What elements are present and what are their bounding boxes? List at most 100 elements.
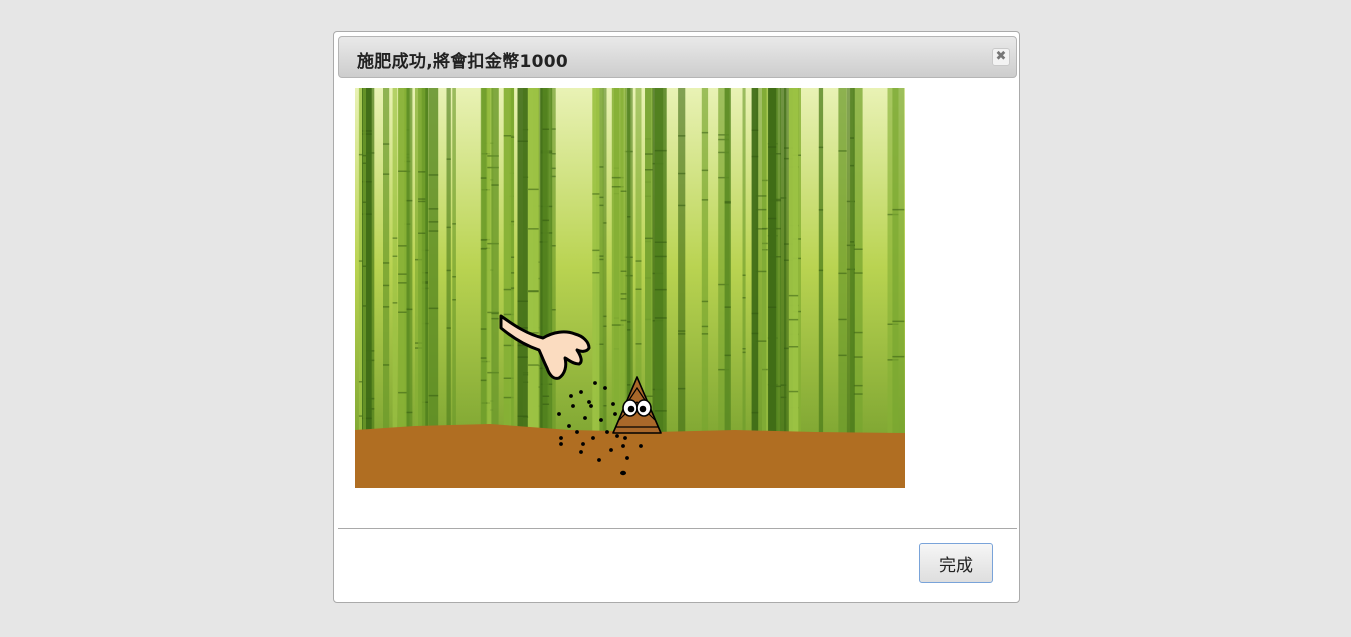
bamboo-node bbox=[362, 154, 366, 157]
bamboo-node bbox=[818, 269, 824, 272]
bamboo-node bbox=[620, 190, 627, 192]
bamboo-stalk bbox=[491, 88, 499, 438]
bamboo-stalk bbox=[678, 88, 686, 438]
bamboo-node bbox=[418, 232, 426, 234]
bamboo-node bbox=[768, 217, 777, 220]
bamboo-node bbox=[678, 135, 686, 137]
bamboo-node bbox=[742, 348, 746, 350]
bamboo-node bbox=[362, 265, 366, 267]
bamboo-node bbox=[418, 198, 426, 200]
fertilizer-pellet bbox=[593, 381, 597, 385]
bamboo-stalk bbox=[768, 88, 777, 438]
bamboo-node bbox=[511, 272, 515, 274]
bamboo-stalk bbox=[838, 88, 847, 438]
bamboo-node bbox=[480, 357, 487, 359]
fertilize-scene bbox=[355, 88, 905, 488]
bamboo-node bbox=[452, 223, 456, 225]
bamboo-node bbox=[742, 297, 746, 299]
bamboo-node bbox=[511, 136, 515, 138]
bamboo-stalk bbox=[850, 88, 854, 438]
bamboo-stalk bbox=[428, 88, 439, 438]
bamboo-node bbox=[627, 321, 631, 323]
bamboo-stalk bbox=[511, 88, 515, 438]
fertilizer-pellet bbox=[599, 418, 603, 422]
bamboo-node bbox=[724, 202, 731, 204]
close-icon[interactable]: ✖ bbox=[992, 48, 1010, 66]
bamboo-node bbox=[654, 410, 667, 412]
bamboo-node bbox=[620, 270, 627, 272]
bamboo-node bbox=[383, 364, 390, 366]
fertilizer-pellet bbox=[621, 444, 625, 448]
bamboo-node bbox=[428, 230, 439, 232]
bamboo-node bbox=[511, 256, 515, 258]
bamboo-node bbox=[678, 330, 686, 332]
bamboo-node bbox=[838, 150, 847, 152]
bamboo-node bbox=[592, 272, 600, 274]
bamboo-node bbox=[768, 306, 777, 308]
bamboo-node bbox=[654, 288, 667, 291]
bamboo-node bbox=[428, 307, 439, 310]
bamboo-node bbox=[398, 245, 407, 247]
bamboo-node bbox=[850, 241, 854, 243]
bamboo-node bbox=[701, 169, 709, 172]
fertilizer-pellet bbox=[557, 412, 561, 416]
bamboo-node bbox=[491, 317, 499, 320]
dialog-title: 施肥成功,將會扣金幣1000 bbox=[357, 52, 568, 72]
bamboo-node bbox=[678, 204, 686, 207]
bamboo-stalk bbox=[620, 88, 627, 438]
bamboo-node bbox=[838, 318, 847, 321]
bamboo-node bbox=[850, 164, 854, 167]
fertilizer-pellet bbox=[589, 404, 593, 408]
bamboo-node bbox=[838, 354, 847, 357]
bamboo-node bbox=[818, 209, 824, 211]
bamboo-node bbox=[654, 255, 667, 258]
fertilizer-pellet bbox=[575, 430, 579, 434]
bamboo-node bbox=[892, 208, 905, 211]
bamboo-node bbox=[850, 137, 854, 139]
bamboo-node bbox=[724, 306, 731, 308]
bamboo-node bbox=[592, 193, 600, 195]
bamboo-node bbox=[398, 273, 407, 275]
bamboo-node bbox=[654, 241, 667, 243]
bamboo-stalk bbox=[392, 88, 398, 438]
fertilizer-pellet bbox=[620, 470, 626, 476]
bamboo-stalk bbox=[398, 88, 407, 438]
bamboo-node bbox=[480, 177, 487, 179]
fertilizer-pellet bbox=[587, 400, 591, 404]
bamboo-node bbox=[517, 356, 528, 358]
fertilizer-pellet bbox=[569, 394, 573, 398]
fertilizer-pellet bbox=[639, 444, 643, 448]
bamboo-node bbox=[446, 269, 451, 272]
bamboo-node bbox=[788, 390, 799, 393]
bamboo-node bbox=[452, 299, 456, 301]
bamboo-node bbox=[362, 201, 366, 203]
bamboo-node bbox=[751, 155, 759, 158]
bamboo-node bbox=[627, 329, 631, 331]
bamboo-node bbox=[528, 364, 539, 366]
bamboo-node bbox=[627, 216, 631, 218]
done-button[interactable]: 完成 bbox=[919, 543, 993, 583]
bamboo-node bbox=[768, 146, 777, 148]
bamboo-node bbox=[645, 169, 653, 171]
bamboo-node bbox=[446, 226, 451, 229]
bamboo-node bbox=[392, 302, 398, 304]
bamboo-stalk bbox=[362, 88, 366, 438]
fertilizer-pellet bbox=[559, 436, 563, 440]
bamboo-node bbox=[398, 391, 407, 394]
fertilizer-pellet bbox=[625, 456, 629, 460]
bamboo-node bbox=[620, 298, 627, 300]
bamboo-stalk bbox=[654, 88, 667, 438]
fertilize-dialog: 施肥成功,將會扣金幣1000 ✖ 完成 bbox=[333, 31, 1020, 603]
bamboo-stalk bbox=[418, 88, 426, 438]
bamboo-node bbox=[788, 318, 799, 321]
bamboo-node bbox=[383, 284, 390, 287]
fertilizer-pellet bbox=[613, 412, 617, 416]
bamboo-node bbox=[398, 311, 407, 313]
bamboo-stalk bbox=[751, 88, 759, 438]
bamboo-node bbox=[528, 228, 539, 230]
bamboo-node bbox=[383, 262, 390, 264]
bamboo-stalk bbox=[818, 88, 824, 438]
bamboo-node bbox=[645, 237, 653, 240]
bamboo-node bbox=[517, 140, 528, 142]
fertilizer-pellet bbox=[581, 442, 585, 446]
